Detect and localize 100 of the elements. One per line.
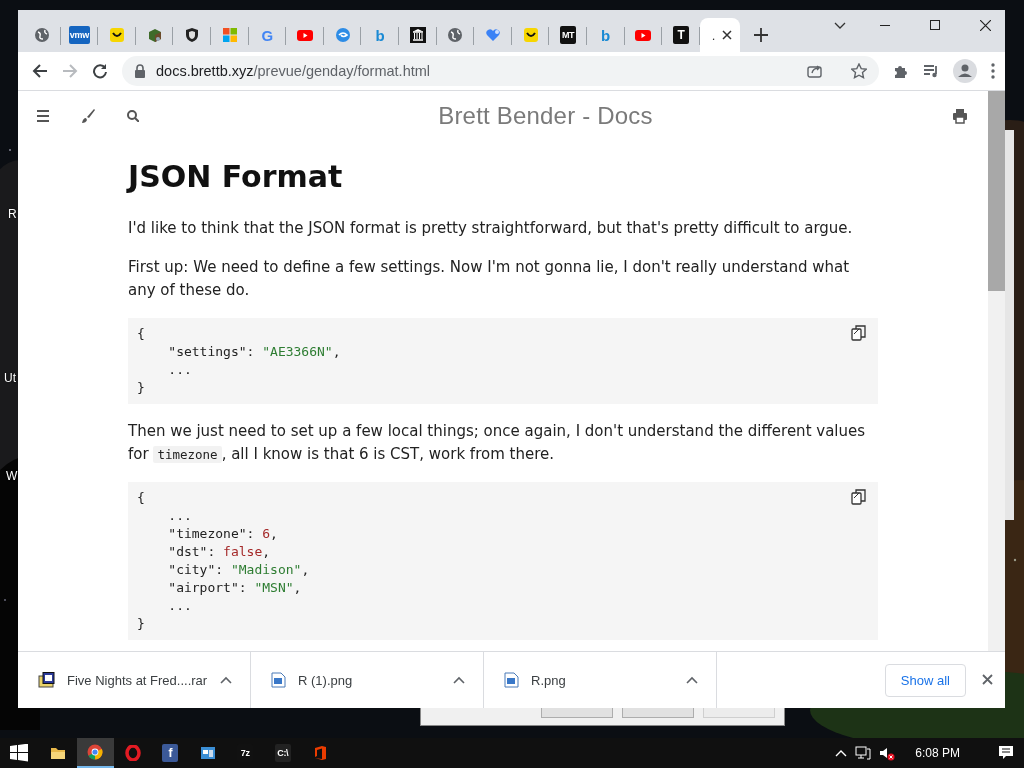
code-line: } bbox=[137, 379, 145, 397]
smiley-icon bbox=[109, 27, 125, 43]
caret-up-icon[interactable] bbox=[686, 676, 698, 684]
logo-icon: b bbox=[372, 27, 389, 43]
code-line: "settings": "AE3366N", bbox=[167, 343, 341, 361]
menu-icon[interactable] bbox=[37, 110, 49, 122]
speaker-muted-icon[interactable] bbox=[879, 745, 896, 761]
code-line: "timezone": 6, bbox=[167, 525, 278, 543]
file-name: R.png bbox=[531, 672, 567, 688]
caret-up-icon[interactable] bbox=[220, 676, 232, 684]
address-bar[interactable]: docs.brettb.xyz/prevue/genday/format.html bbox=[122, 56, 879, 86]
close-icon[interactable] bbox=[721, 30, 732, 40]
minimize-icon[interactable] bbox=[880, 24, 890, 26]
archive-icon bbox=[38, 672, 55, 688]
paragraph: First up: We need to define a few settings. Now I'm not gonna lie, I don't really understand what any of these do. bbox=[128, 257, 851, 301]
download-item[interactable]: R (1).png bbox=[251, 652, 484, 708]
windows-logo-icon bbox=[221, 27, 238, 43]
download-item[interactable]: R.png bbox=[484, 652, 717, 708]
code-line: { bbox=[137, 325, 145, 343]
desktop-icon-label: Ut bbox=[4, 371, 16, 385]
office-logo-icon bbox=[312, 745, 329, 761]
logo-icon: T bbox=[672, 26, 689, 44]
taskbar-app[interactable] bbox=[76, 738, 114, 768]
tab-title: . bbox=[711, 27, 716, 43]
caret-up-icon[interactable] bbox=[453, 676, 465, 684]
file-name: Five Nights at Fred....rar bbox=[67, 672, 208, 688]
heart-icon bbox=[484, 27, 501, 43]
desktop-icon-label: R bbox=[8, 207, 17, 221]
globe-icon bbox=[33, 27, 50, 43]
maximize-icon[interactable] bbox=[930, 20, 940, 30]
logo-icon: G bbox=[259, 27, 276, 43]
star-icon[interactable] bbox=[851, 63, 867, 79]
paragraph: Then we just need to set up a few local things; once again, I don't understand the different values for timezone , all I know is that 6 is CST, work from there. bbox=[128, 421, 867, 465]
play-icon bbox=[296, 27, 313, 43]
share-icon[interactable] bbox=[807, 63, 823, 79]
taskbar-app[interactable]: f bbox=[151, 738, 189, 768]
page-heading: JSON Format bbox=[128, 159, 344, 195]
browser-tab[interactable]: T bbox=[662, 18, 700, 52]
block-icon bbox=[146, 27, 163, 43]
logo-icon: C:\ bbox=[274, 744, 291, 762]
ring-icon bbox=[124, 745, 141, 761]
site-title: Brett Bender - Docs bbox=[437, 102, 654, 130]
brush-icon[interactable] bbox=[81, 108, 95, 124]
close-icon[interactable] bbox=[980, 19, 991, 31]
code-line: "city": "Madison", bbox=[167, 561, 310, 579]
folder-icon bbox=[49, 745, 66, 761]
code-line: } bbox=[137, 615, 145, 633]
show-all-button[interactable]: Show all bbox=[884, 663, 966, 697]
print-icon[interactable] bbox=[952, 108, 968, 124]
shield-icon bbox=[184, 27, 201, 43]
logo-icon: MT bbox=[560, 26, 577, 44]
media-queue-icon[interactable] bbox=[923, 63, 939, 79]
paragraph: I'd like to think that the JSON format is pretty straightforward, but that's pretty difficult to argue. bbox=[128, 218, 854, 239]
code-line: "dst": false, bbox=[167, 543, 271, 561]
taskbar-app[interactable]: 7z bbox=[226, 738, 264, 768]
copy-icon[interactable] bbox=[851, 325, 867, 341]
code-line: ... bbox=[167, 507, 192, 525]
search-icon[interactable] bbox=[127, 110, 139, 122]
reload-icon[interactable] bbox=[92, 63, 108, 79]
code-line: { bbox=[137, 489, 145, 507]
swirl-icon bbox=[334, 27, 351, 43]
puzzle-icon[interactable] bbox=[893, 63, 909, 79]
clock[interactable]: 6:08 PM bbox=[915, 746, 960, 760]
lock-icon bbox=[134, 64, 146, 78]
window-icon bbox=[199, 745, 216, 761]
url-path: /prevue/genday/format.html bbox=[253, 63, 431, 79]
notification-icon[interactable] bbox=[998, 745, 1014, 761]
url-host: docs.brettb.xyz bbox=[156, 63, 254, 79]
file-name: R (1).png bbox=[298, 672, 354, 688]
back-arrow-icon[interactable] bbox=[32, 63, 48, 79]
logo-icon: b bbox=[597, 27, 614, 43]
image-file-icon bbox=[271, 672, 286, 688]
logo-icon: f bbox=[162, 744, 179, 762]
play-icon bbox=[635, 27, 652, 43]
desktop-icon-label: W bbox=[6, 469, 18, 483]
scrollbar[interactable] bbox=[988, 91, 1005, 651]
logo-icon: vmw bbox=[68, 26, 90, 44]
browser-tab[interactable]: MT bbox=[549, 18, 587, 52]
inline-code: timezone bbox=[153, 446, 222, 463]
code-line: ... bbox=[167, 361, 192, 379]
chrome-logo-icon bbox=[87, 744, 104, 760]
browser-tab[interactable]: . bbox=[699, 18, 740, 52]
taskbar-app[interactable]: C:\ bbox=[264, 738, 302, 768]
close-icon[interactable] bbox=[982, 674, 993, 685]
scrollbar-thumb[interactable] bbox=[988, 91, 1005, 291]
avatar-icon[interactable] bbox=[953, 59, 977, 83]
code-line: ... bbox=[167, 597, 192, 615]
plus-icon[interactable] bbox=[753, 28, 768, 42]
code-line: "airport": "MSN", bbox=[167, 579, 302, 597]
smiley-icon bbox=[522, 27, 539, 43]
image-file-icon bbox=[504, 672, 519, 688]
chevron-down-icon[interactable] bbox=[834, 21, 846, 29]
network-icon[interactable] bbox=[855, 745, 872, 761]
copy-icon[interactable] bbox=[851, 489, 867, 505]
building-icon bbox=[409, 27, 426, 43]
globe-icon bbox=[447, 27, 464, 43]
more-menu-icon[interactable] bbox=[991, 63, 995, 79]
windows-start-icon[interactable] bbox=[9, 744, 28, 762]
browser-tab[interactable]: vmw bbox=[60, 18, 99, 52]
download-item[interactable]: Five Nights at Fred....rar bbox=[18, 652, 251, 708]
